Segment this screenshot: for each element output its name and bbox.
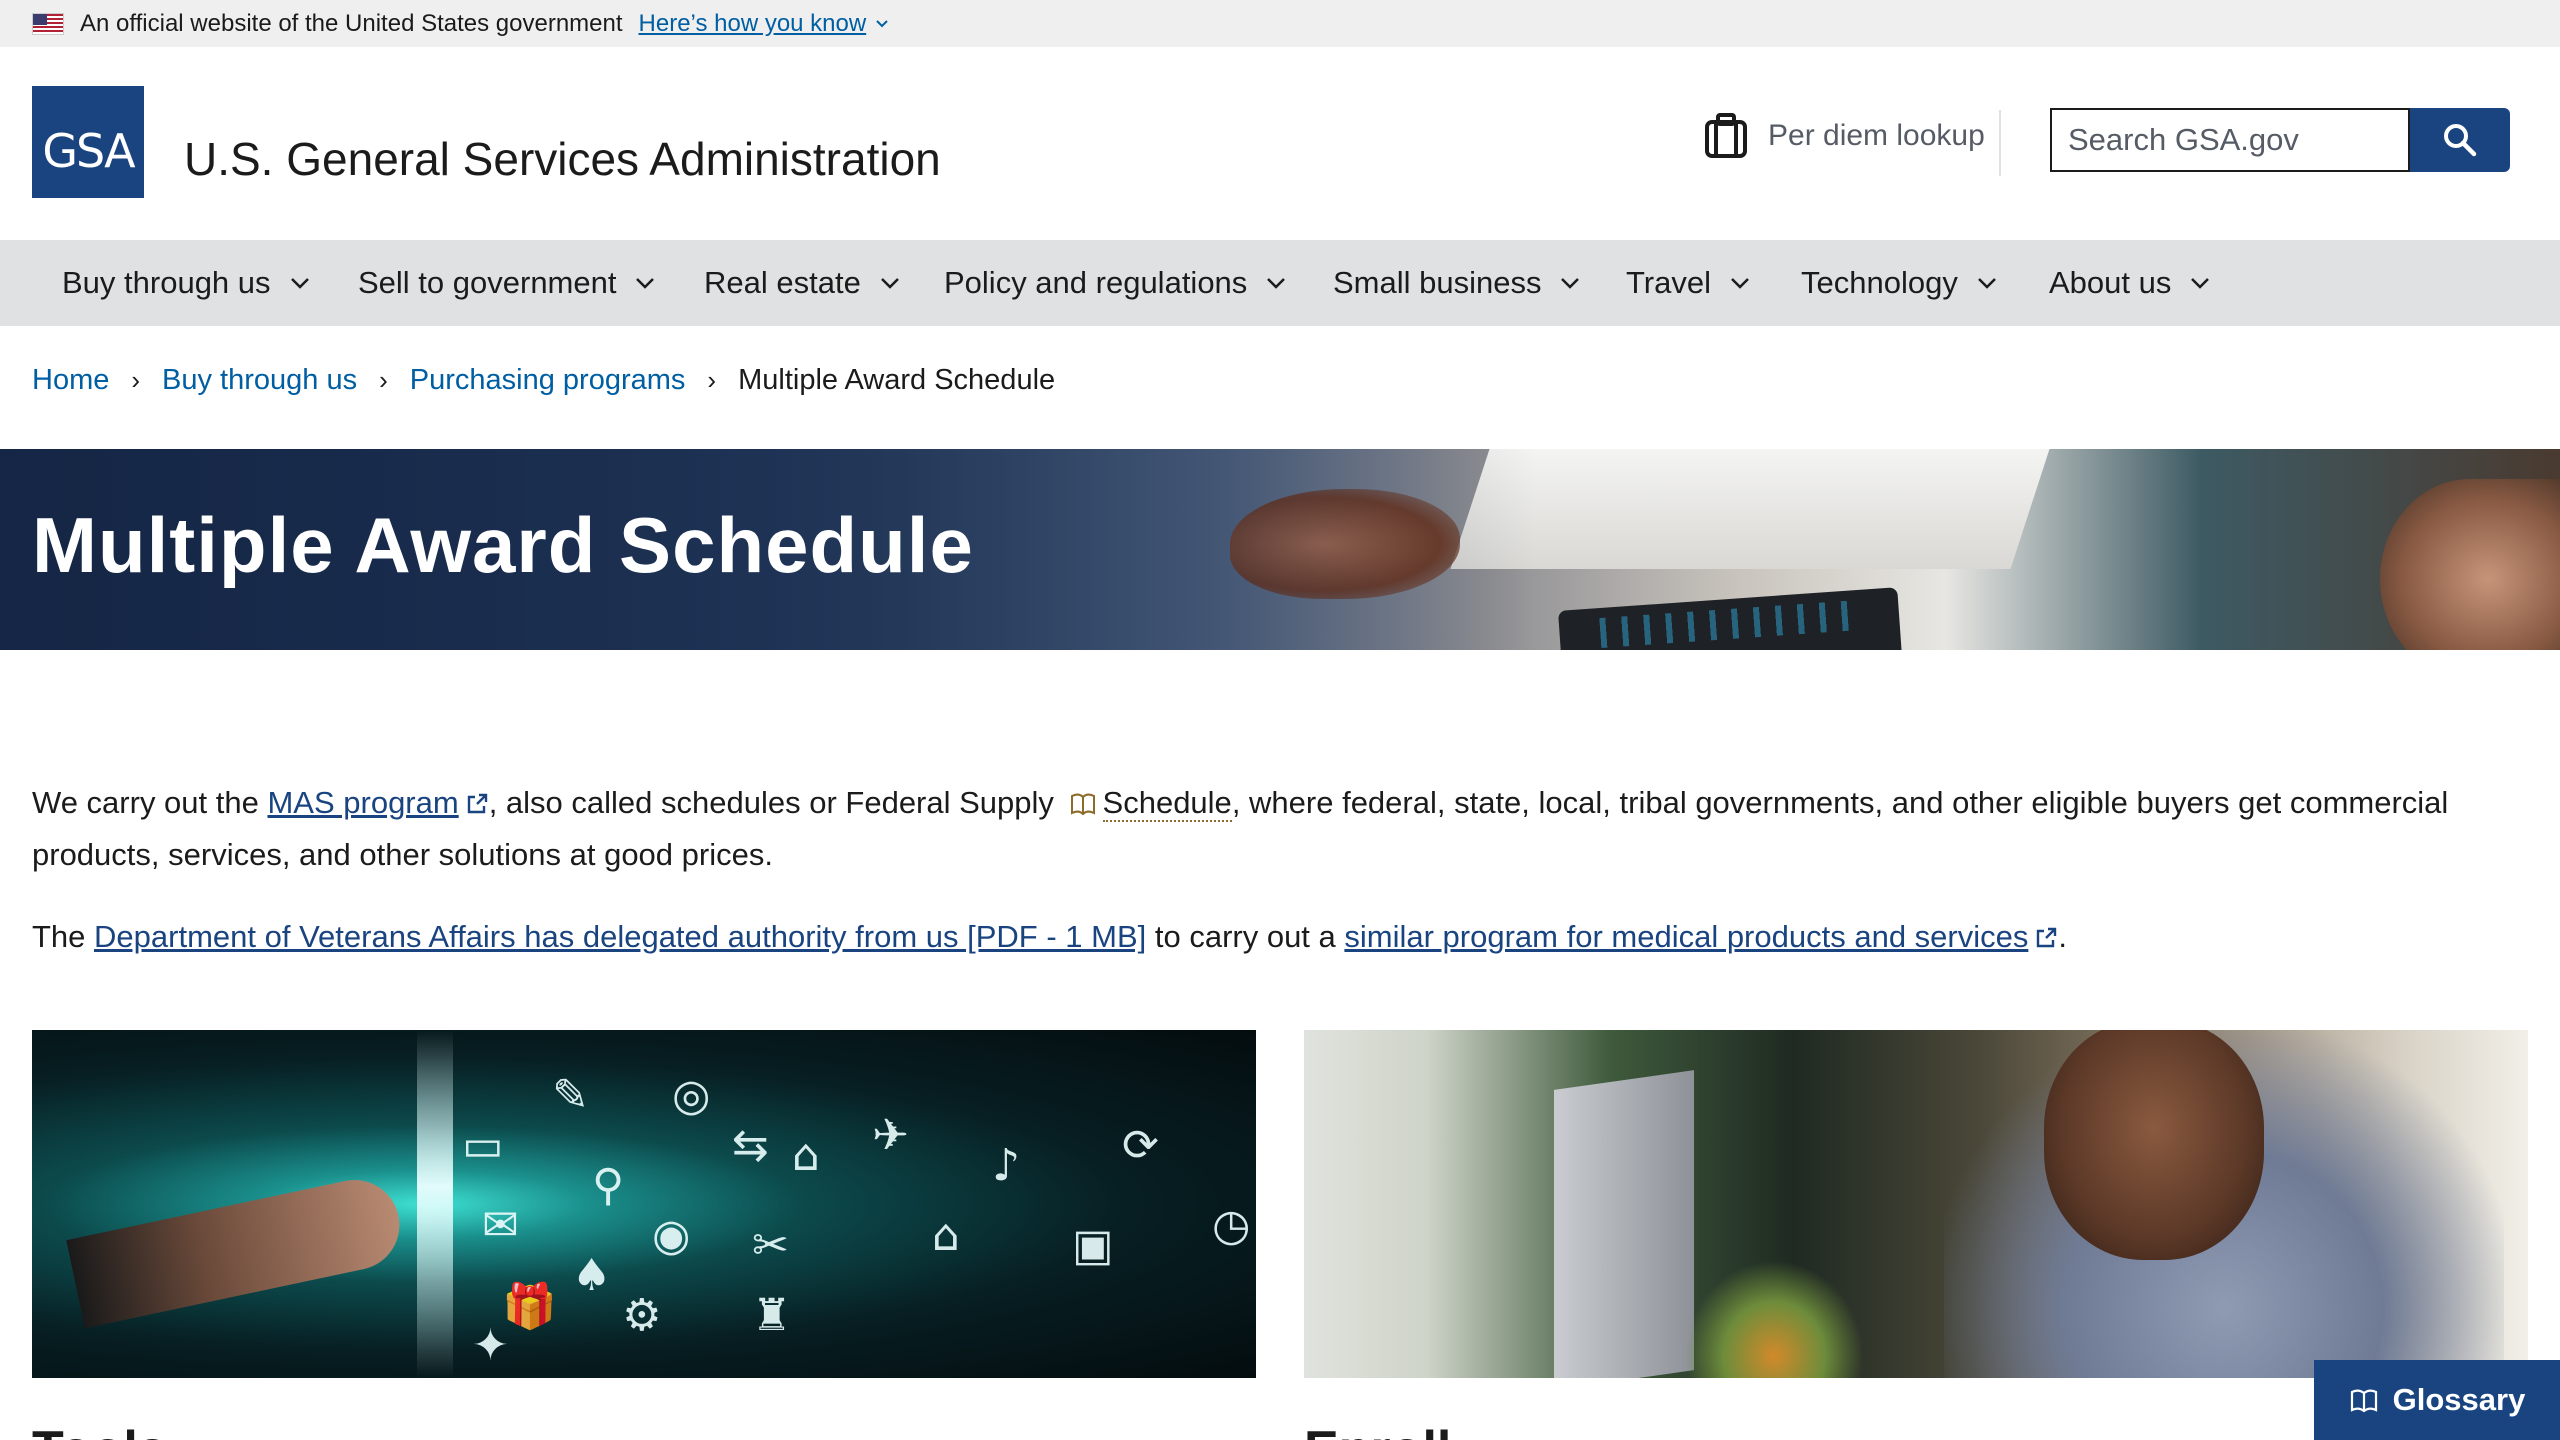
icon-collage: ▭ ✎ ⚲ ◎ ⇆ ⌂ ✈ ♪ ⟳ ✉ ♠ ◉ ✂ ⌂ ▣ ◷ 🎁 ⚙ ♜ ✦ — [462, 1070, 1251, 1371]
chevron-down-icon — [1267, 278, 1286, 289]
chevron-down-icon[interactable] — [874, 16, 890, 32]
main-navigation: Buy through us Sell to government Real e… — [0, 240, 2560, 326]
per-diem-label: Per diem lookup — [1768, 119, 1985, 152]
intro-paragraph: We carry out the MAS program, also calle… — [32, 785, 2449, 872]
book-icon — [2350, 1389, 2377, 1413]
enroll-card-image[interactable] — [1304, 1030, 2528, 1378]
enroll-heading[interactable]: Enroll — [1304, 1420, 1451, 1440]
nav-label: Technology — [1801, 265, 1958, 300]
nav-label: About us — [2049, 265, 2172, 300]
mas-program-link[interactable]: MAS program — [267, 785, 458, 820]
nav-label: Travel — [1626, 265, 1711, 300]
tools-card-image[interactable]: ▭ ✎ ⚲ ◎ ⇆ ⌂ ✈ ♪ ⟳ ✉ ♠ ◉ ✂ ⌂ ▣ ◷ 🎁 ⚙ ♜ ✦ — [32, 1030, 1256, 1378]
nav-about-us[interactable]: About us — [2049, 240, 2211, 326]
nav-travel[interactable]: Travel — [1626, 240, 1751, 326]
nav-technology[interactable]: Technology — [1801, 240, 1998, 326]
official-site-text: An official website of the United States… — [80, 9, 623, 37]
agency-name-link[interactable]: U.S. General Services Administration — [184, 132, 941, 186]
tools-heading[interactable]: Tools — [32, 1420, 167, 1440]
chevron-down-icon — [290, 278, 309, 289]
nav-sell-to-government[interactable]: Sell to government — [358, 240, 656, 326]
breadcrumb: Home › Buy through us › Purchasing progr… — [32, 364, 1055, 397]
va-delegated-authority-link[interactable]: Department of Veterans Affairs has deleg… — [94, 919, 1146, 954]
breadcrumb-separator: › — [379, 365, 388, 395]
glossary-button[interactable]: Glossary — [2314, 1360, 2560, 1440]
va-paragraph: The Department of Veterans Affairs has d… — [32, 919, 2067, 954]
nav-label: Real estate — [704, 265, 861, 300]
chevron-down-icon — [1561, 278, 1580, 289]
official-gov-banner: An official website of the United States… — [0, 0, 2560, 47]
suitcase-icon — [1705, 113, 1747, 158]
search-input[interactable] — [2050, 108, 2410, 172]
glossary-label: Glossary — [2392, 1382, 2526, 1417]
search-icon — [2444, 124, 2477, 157]
external-link-icon — [467, 793, 487, 814]
nav-label: Policy and regulations — [944, 265, 1248, 300]
breadcrumb-current: Multiple Award Schedule — [738, 364, 1056, 396]
chevron-down-icon — [2191, 278, 2210, 289]
per-diem-lookup-link[interactable]: Per diem lookup — [1704, 112, 1985, 160]
page-title: Multiple Award Schedule — [32, 501, 974, 589]
similar-program-link[interactable]: similar program for medical products and… — [1344, 919, 2028, 954]
nav-label: Sell to government — [358, 265, 617, 300]
breadcrumb-purchasing-programs[interactable]: Purchasing programs — [410, 364, 686, 397]
nav-small-business[interactable]: Small business — [1333, 240, 1581, 326]
external-link-icon — [2037, 927, 2057, 948]
nav-real-estate[interactable]: Real estate — [704, 240, 901, 326]
book-icon — [1070, 793, 1095, 816]
chevron-down-icon — [880, 278, 899, 289]
glossary-term-schedule[interactable]: Schedule — [1102, 785, 1232, 822]
chevron-down-icon — [1977, 278, 1996, 289]
chevron-down-icon — [1731, 278, 1749, 289]
heres-how-you-know-link[interactable]: Here’s how you know — [639, 10, 867, 38]
nav-policy-and-regulations[interactable]: Policy and regulations — [944, 240, 1287, 326]
nav-buy-through-us[interactable]: Buy through us — [62, 240, 311, 326]
chevron-down-icon — [636, 278, 655, 289]
us-flag-icon — [32, 12, 64, 35]
search-button[interactable] — [2410, 108, 2510, 172]
breadcrumb-separator: › — [707, 365, 717, 395]
gsa-logo[interactable]: GSA — [32, 86, 144, 198]
breadcrumb-buy-through-us[interactable]: Buy through us — [162, 364, 357, 397]
breadcrumb-separator: › — [131, 365, 141, 395]
header-divider — [1999, 110, 2001, 176]
breadcrumb-home[interactable]: Home — [32, 364, 109, 397]
nav-label: Buy through us — [62, 265, 271, 300]
nav-label: Small business — [1333, 265, 1542, 300]
